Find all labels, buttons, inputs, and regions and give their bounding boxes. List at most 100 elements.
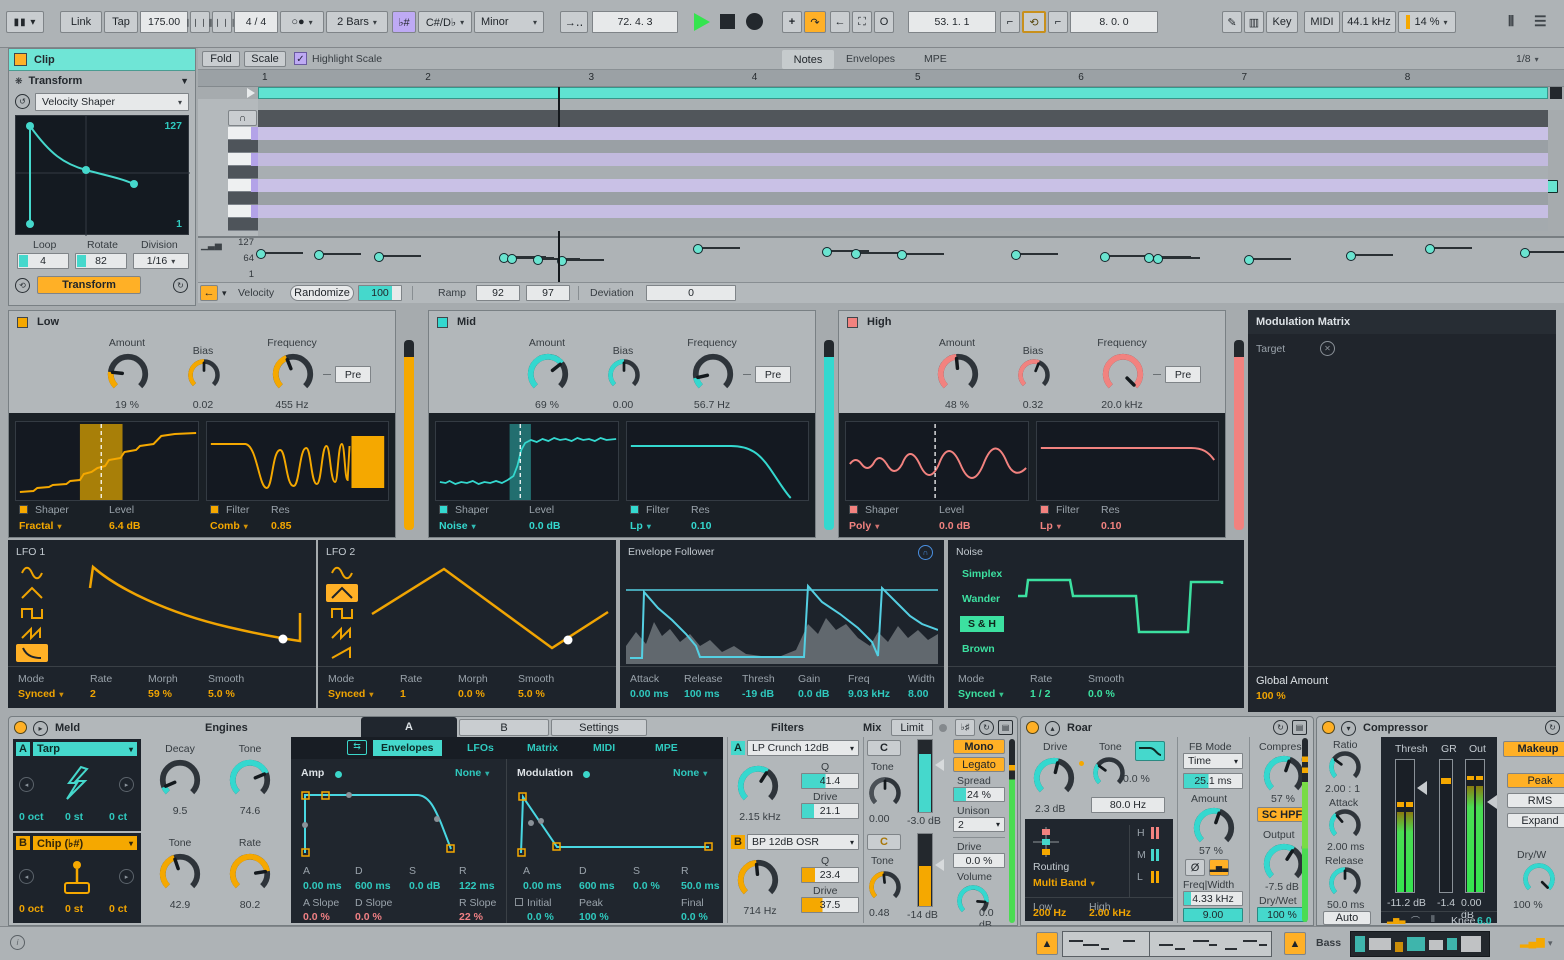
mod-d-value[interactable]: 600 ms [579, 880, 615, 892]
lfo-shape-sine-icon[interactable] [326, 564, 358, 582]
filter-a-freq-value[interactable]: 2.15 kHz [729, 811, 791, 823]
piano-key[interactable] [228, 166, 258, 179]
envf-thresh-value[interactable]: -19 dB [742, 688, 774, 700]
band-amount-knob[interactable] [935, 351, 981, 400]
punch-in-icon[interactable]: ⌐ [1000, 11, 1020, 33]
device-chain-overview[interactable] [1350, 931, 1490, 957]
roar-tone-value[interactable]: 0.0 % [1123, 773, 1150, 785]
engine-b-tone-value[interactable]: 42.9 [155, 899, 205, 911]
noise-option-brown[interactable]: Brown [962, 643, 995, 655]
preview-headphone-icon[interactable]: ∩ [228, 110, 257, 126]
comp-fold-icon[interactable]: ▾ [1341, 721, 1356, 736]
ramp-from-field[interactable]: 92 [476, 285, 520, 301]
subtab-midi[interactable]: MIDI [593, 742, 615, 754]
band-bias-knob[interactable] [606, 357, 642, 396]
roar-save-icon[interactable]: ▤ [1292, 720, 1307, 735]
amp-r-value[interactable]: 122 ms [459, 880, 495, 892]
lfo1-smooth-value[interactable]: 5.0 % [208, 688, 235, 700]
velocity-lane-icon[interactable]: ▁▃▅ [201, 240, 222, 251]
loop-count-field[interactable]: 4 [17, 253, 69, 269]
limit-led[interactable] [939, 724, 947, 732]
draw-mode-icon[interactable]: ⛶ [852, 11, 872, 33]
envf-listen-headphone-icon[interactable]: ∩ [918, 545, 933, 560]
lfo1-morph-value[interactable]: 59 % [148, 688, 172, 700]
spread-field[interactable]: 24 % [953, 787, 1005, 802]
tab-mpe[interactable]: MPE [924, 53, 947, 65]
engine-a-decay-knob[interactable] [157, 757, 203, 806]
mod-initial-checkbox[interactable] [515, 898, 523, 906]
info-icon[interactable]: i [10, 935, 25, 950]
envf-gain-value[interactable]: 0.0 dB [798, 688, 830, 700]
roar-activator-led[interactable] [1026, 721, 1039, 734]
limit-button[interactable]: Limit [891, 719, 933, 736]
lfo2-mode-value[interactable]: Synced [328, 688, 373, 700]
filter-b-q-field[interactable]: 23.4 [801, 867, 859, 883]
transform-loop-icon[interactable]: ⟲ [15, 278, 30, 293]
scale-aware-icon[interactable]: ♭♯ [955, 719, 975, 736]
expand-button[interactable]: Expand [1507, 813, 1564, 828]
transform-tool-menu[interactable]: Velocity Shaper [35, 93, 189, 111]
noise-option-simplex[interactable]: Simplex [962, 568, 1002, 580]
comp-drywet-value[interactable]: 100 % [1513, 899, 1543, 911]
loop-start-field[interactable]: 53. 1. 1 [908, 11, 996, 33]
session-record-link-icon[interactable]: ↷ [804, 11, 826, 33]
amp-dslope-value[interactable]: 0.0 % [355, 911, 382, 923]
punch-out-icon[interactable]: ⌐ [1048, 11, 1068, 33]
subtab-lfos[interactable]: LFOs [467, 742, 494, 754]
highlight-scale-checkbox[interactable]: ✓ [294, 52, 307, 65]
engine-a-tone-value[interactable]: 74.6 [225, 805, 275, 817]
follow-icon[interactable]: →‥ [560, 11, 588, 33]
mixer-view-icon[interactable]: ⦀ [1508, 13, 1526, 31]
subtab-envelopes[interactable]: Envelopes [373, 740, 442, 756]
record-button[interactable] [746, 13, 763, 30]
mix-a-level-value[interactable]: -3.0 dB [907, 815, 941, 827]
band-pre-button[interactable]: Pre [755, 366, 791, 383]
lfo2-waveform-display[interactable] [366, 556, 610, 664]
filter-a-freq-knob[interactable] [735, 763, 781, 812]
band-amount-knob[interactable] [525, 351, 571, 400]
shaper-type-menu[interactable]: Noise [439, 520, 476, 532]
band-filter-display[interactable] [206, 421, 389, 501]
mix-a-tone-value[interactable]: 0.00 [869, 813, 889, 825]
tab-notes[interactable]: Notes [782, 50, 834, 69]
release-value[interactable]: 50.0 ms [1327, 899, 1364, 911]
clip-overview[interactable] [1062, 931, 1272, 957]
band-freq-value[interactable]: 20.0 kHz [1087, 399, 1157, 411]
amp-aslope-value[interactable]: 0.0 % [303, 911, 330, 923]
filter-b-type-menu[interactable]: BP 12dB OSR▾ [747, 834, 859, 850]
velocity-marker[interactable] [256, 249, 266, 259]
envf-freq-value[interactable]: 9.03 kHz [848, 688, 890, 700]
meld-tab-b[interactable]: B [459, 719, 549, 736]
band-pre-button[interactable]: Pre [335, 366, 371, 383]
auto-release-button[interactable]: Auto [1323, 911, 1371, 925]
groove-menu[interactable]: ○● [280, 11, 324, 33]
piano-key[interactable] [228, 218, 258, 231]
timeline-ruler[interactable] [198, 70, 1564, 87]
engine-b-ct[interactable]: 0 ct [109, 903, 127, 915]
band-freq-knob[interactable] [270, 351, 316, 400]
clip-activator-led[interactable] [14, 53, 27, 66]
band-bias-knob[interactable] [186, 357, 222, 396]
velocity-marker[interactable] [1346, 251, 1356, 261]
activity-view-icon[interactable]: ▂▅▃ [1387, 915, 1405, 924]
mix-b-level-handle[interactable] [935, 859, 944, 871]
band-amount-value[interactable]: 69 % [517, 399, 577, 411]
envf-attack-value[interactable]: 0.00 ms [630, 688, 669, 700]
routing-mode-menu[interactable]: Multi Band [1033, 877, 1095, 889]
res-value[interactable]: 0.10 [691, 520, 711, 532]
meld-activator-led[interactable] [14, 721, 27, 734]
roar-drywet-field[interactable]: 100 % [1257, 907, 1307, 922]
out-handle[interactable] [1487, 795, 1497, 809]
quantize-menu[interactable]: 2 Bars [326, 11, 388, 33]
roar-high-value[interactable]: 2.00 kHz [1089, 907, 1131, 919]
output-meter-icon[interactable]: ▂▄▆ [1520, 935, 1545, 948]
band-bias-knob[interactable] [1016, 357, 1052, 396]
shaper-type-menu[interactable]: Poly [849, 520, 879, 532]
lfo-shape-saws-icon[interactable] [16, 624, 48, 642]
band-freq-knob[interactable] [690, 351, 736, 400]
filter-b-freq-knob[interactable] [735, 857, 781, 906]
mod-route-menu[interactable]: None [673, 767, 707, 779]
band-shaper-display[interactable] [435, 421, 619, 501]
grid-setting[interactable]: 1/8 [1516, 53, 1539, 65]
engine-a-ct[interactable]: 0 ct [109, 811, 127, 823]
